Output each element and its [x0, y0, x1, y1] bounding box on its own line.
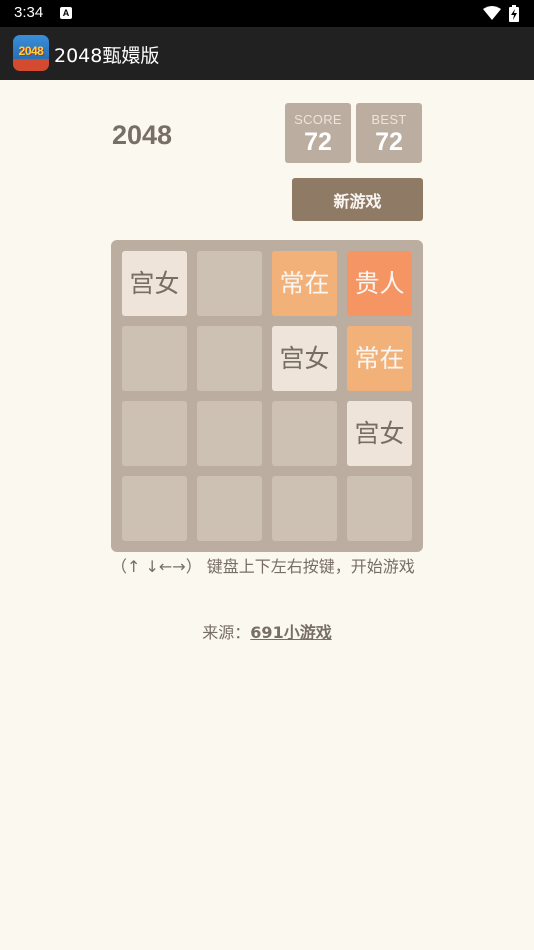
grid-cell [272, 476, 337, 541]
source-prefix: 来源： [202, 623, 251, 642]
source-link[interactable]: 691小游戏 [250, 623, 331, 642]
app-bar: 2048 2048甄嬛版 [0, 27, 534, 80]
app-logo-icon: 2048 [13, 35, 49, 71]
game-tile: 宫女 [272, 326, 337, 391]
grid-cell [272, 401, 337, 466]
score-box: SCORE 72 [285, 103, 351, 163]
source-line: 来源：691小游戏 [0, 619, 534, 643]
best-value: 72 [375, 128, 403, 156]
grid-cell [122, 476, 187, 541]
grid-cell [197, 476, 262, 541]
grid-cell [122, 401, 187, 466]
game-tile: 贵人 [347, 251, 412, 316]
notification-icon: A [60, 7, 72, 19]
score-label: SCORE [294, 112, 342, 127]
app-icon-text: 2048 [18, 44, 44, 58]
game-tile: 常在 [272, 251, 337, 316]
grid-cell [197, 326, 262, 391]
new-game-button[interactable]: 新游戏 [292, 178, 423, 221]
app-title: 2048甄嬛版 [54, 45, 160, 67]
best-label: BEST [371, 112, 407, 127]
game-tile: 常在 [347, 326, 412, 391]
wifi-icon [483, 6, 501, 20]
grid-cell [197, 251, 262, 316]
game-title: 2048 [112, 120, 173, 150]
battery-icon [509, 5, 519, 22]
score-value: 72 [304, 128, 332, 156]
grid-cell [122, 326, 187, 391]
grid-cell [347, 476, 412, 541]
status-bar: 3:34 A [0, 0, 534, 27]
status-time: 3:34 [14, 4, 44, 21]
game-board[interactable]: 宫女 常在 贵人 宫女 常在 宫女 [111, 240, 423, 552]
grid-cell [197, 401, 262, 466]
game-tile: 宫女 [122, 251, 187, 316]
best-score-box: BEST 72 [356, 103, 422, 163]
instructions-text: （↑ ↓←→） 键盘上下左右按键，开始游戏 [111, 557, 415, 576]
game-tile: 宫女 [347, 401, 412, 466]
